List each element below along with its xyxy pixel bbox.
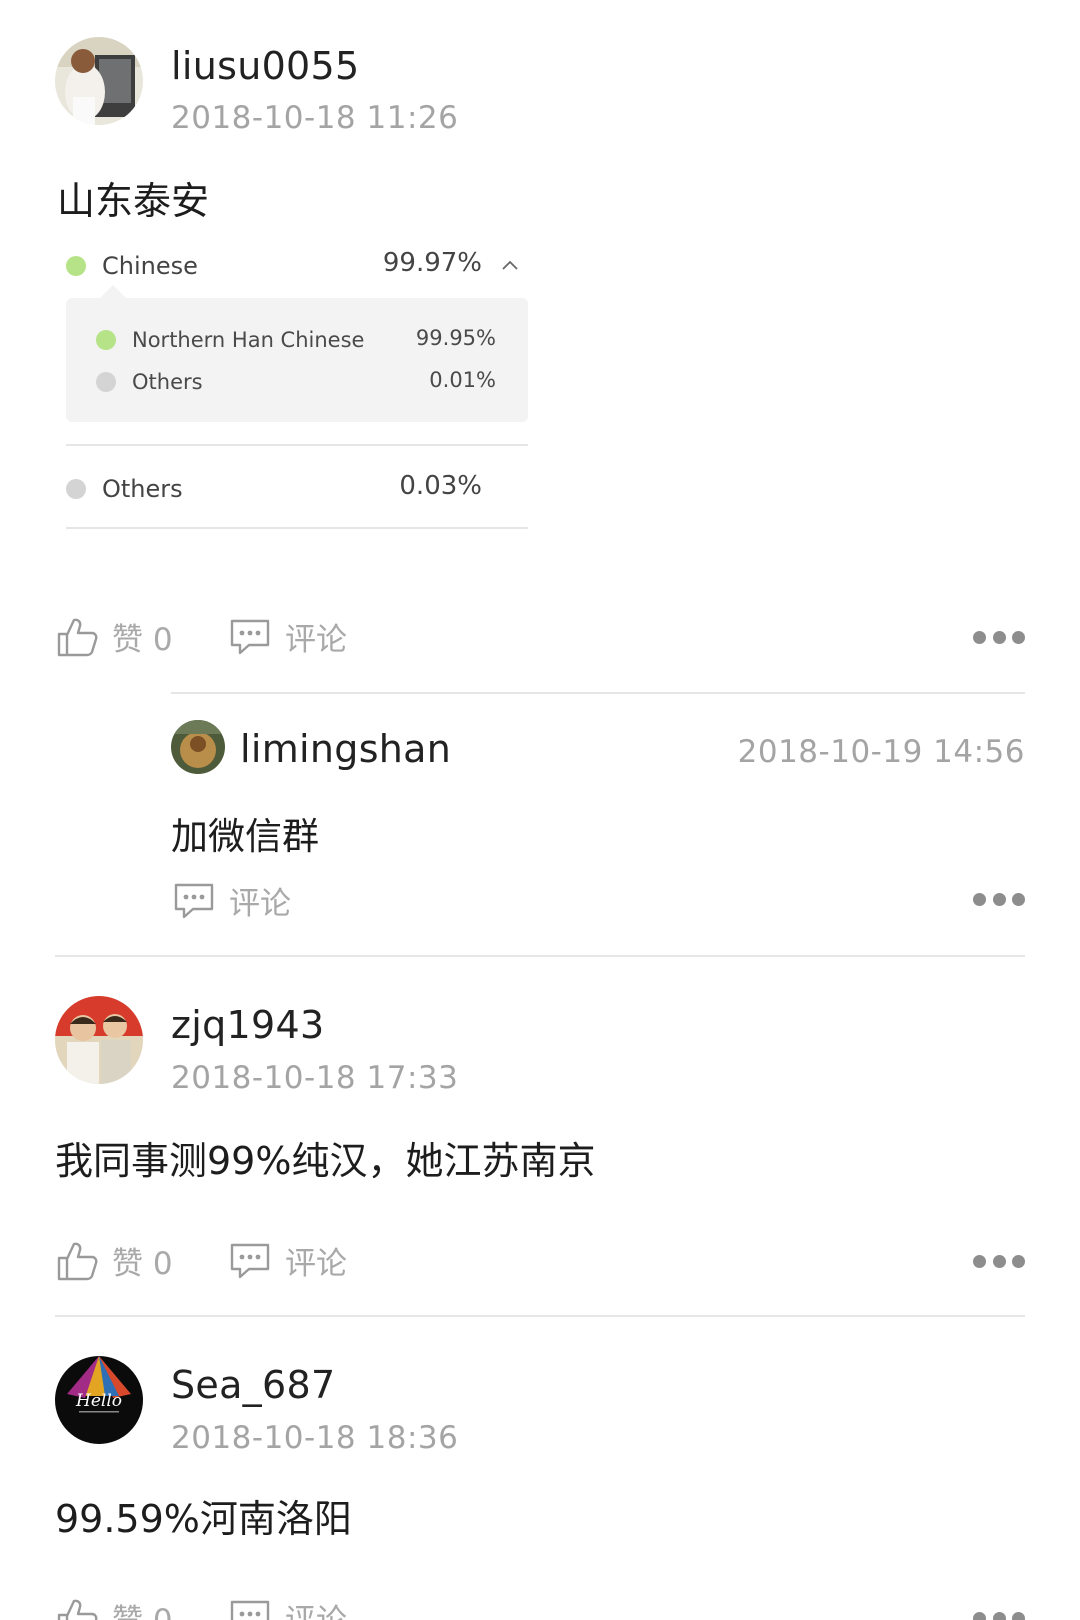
username[interactable]: Sea_687 [171, 1363, 335, 1407]
post-actions: 赞 0 评论 [0, 1587, 1080, 1620]
comment-label: 评论 [285, 1595, 347, 1620]
avatar-logo-text: Hello [75, 1391, 122, 1411]
post-content: 99.59%河南洛阳 [55, 1497, 352, 1541]
post-item: Hello Sea_687 2018-10-18 18:36 99.59%河南洛… [0, 0, 1080, 1620]
like-label: 赞 0 [112, 1595, 173, 1620]
post-date: 2018-10-18 18:36 [171, 1420, 459, 1456]
more-dots-icon[interactable] [973, 1611, 1025, 1620]
like-button[interactable]: 赞 0 [56, 1595, 173, 1620]
comment-button[interactable]: 评论 [229, 1595, 347, 1620]
avatar[interactable]: Hello [55, 1356, 143, 1444]
thumbs-up-icon [57, 1599, 98, 1620]
comment-bubble-icon [230, 1600, 270, 1620]
